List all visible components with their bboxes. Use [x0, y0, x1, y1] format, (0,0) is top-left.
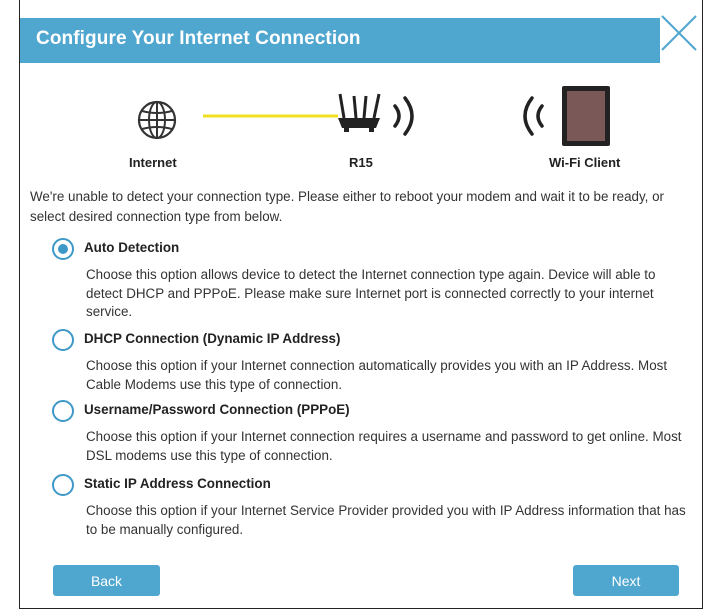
option-title: Auto Detection [84, 240, 180, 255]
radio-static-ip[interactable] [52, 474, 74, 496]
option-title: DHCP Connection (Dynamic IP Address) [84, 331, 341, 346]
internet-label: Internet [129, 155, 177, 170]
radio-auto-detection[interactable] [52, 238, 74, 260]
tablet-icon [562, 86, 610, 146]
back-button[interactable]: Back [53, 565, 160, 596]
router-label: R15 [349, 155, 373, 170]
router-icon [338, 93, 381, 132]
option-description: Choose this option if your Internet Serv… [86, 503, 686, 537]
client-label: Wi-Fi Client [549, 155, 621, 170]
option-description: Choose this option if your Internet conn… [86, 358, 668, 392]
intro-text: We're unable to detect your connection t… [30, 189, 665, 224]
option-title: Username/Password Connection (PPPoE) [84, 402, 350, 417]
dialog-header: Configure Your Internet Connection [20, 18, 660, 63]
wifi-signal-icon [393, 96, 414, 136]
option-title: Static IP Address Connection [84, 476, 271, 491]
globe-icon [137, 100, 177, 140]
radio-pppoe[interactable] [52, 400, 74, 422]
option-description: Choose this option allows device to dete… [86, 267, 656, 319]
wifi-signal-icon [523, 96, 544, 136]
dialog-title: Configure Your Internet Connection [36, 28, 361, 49]
option-description: Choose this option if your Internet conn… [86, 429, 682, 463]
close-icon[interactable] [648, 2, 708, 62]
next-button[interactable]: Next [573, 565, 679, 596]
connection-line [203, 114, 338, 118]
radio-dhcp[interactable] [52, 329, 74, 351]
